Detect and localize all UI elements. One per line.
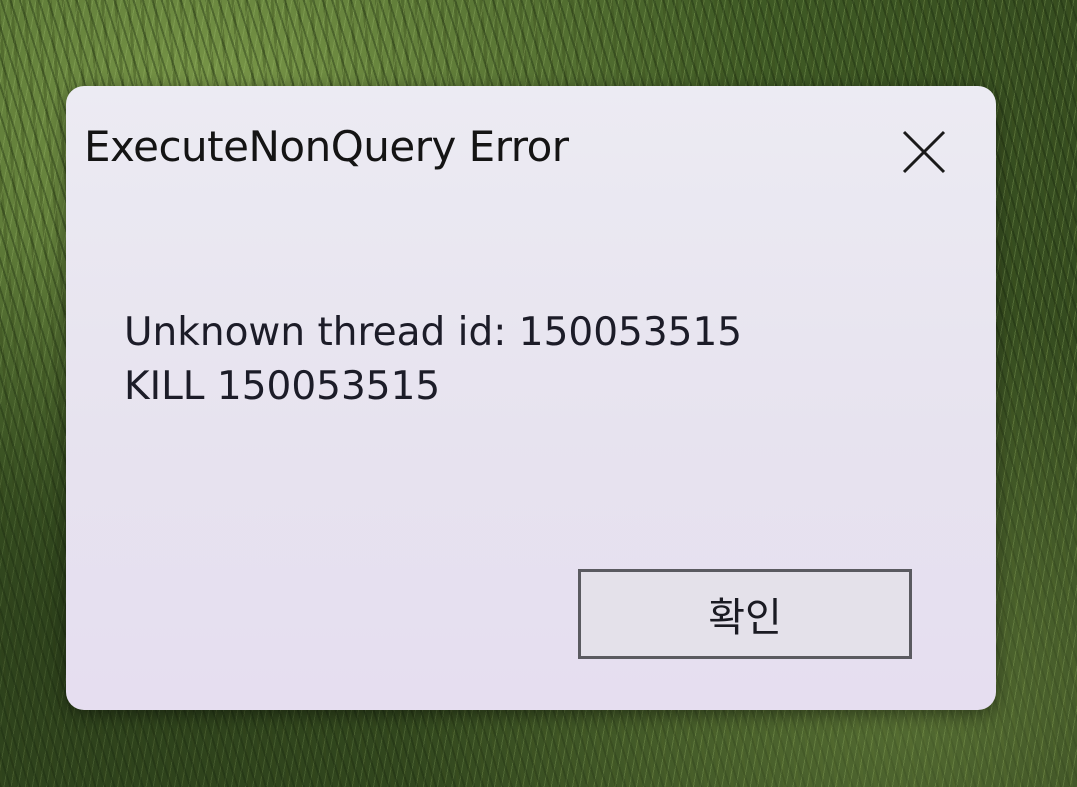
error-dialog: ExecuteNonQuery Error Unknown thread id:… (66, 86, 996, 710)
message-line: Unknown thread id: 150053515 (124, 310, 743, 355)
ok-button[interactable]: 확인 (578, 569, 912, 659)
dialog-title: ExecuteNonQuery Error (84, 122, 569, 171)
message-line: KILL 150053515 (124, 364, 441, 409)
close-icon (902, 130, 946, 174)
error-message: Unknown thread id: 150053515 KILL 150053… (124, 306, 742, 414)
close-button[interactable] (884, 112, 964, 192)
